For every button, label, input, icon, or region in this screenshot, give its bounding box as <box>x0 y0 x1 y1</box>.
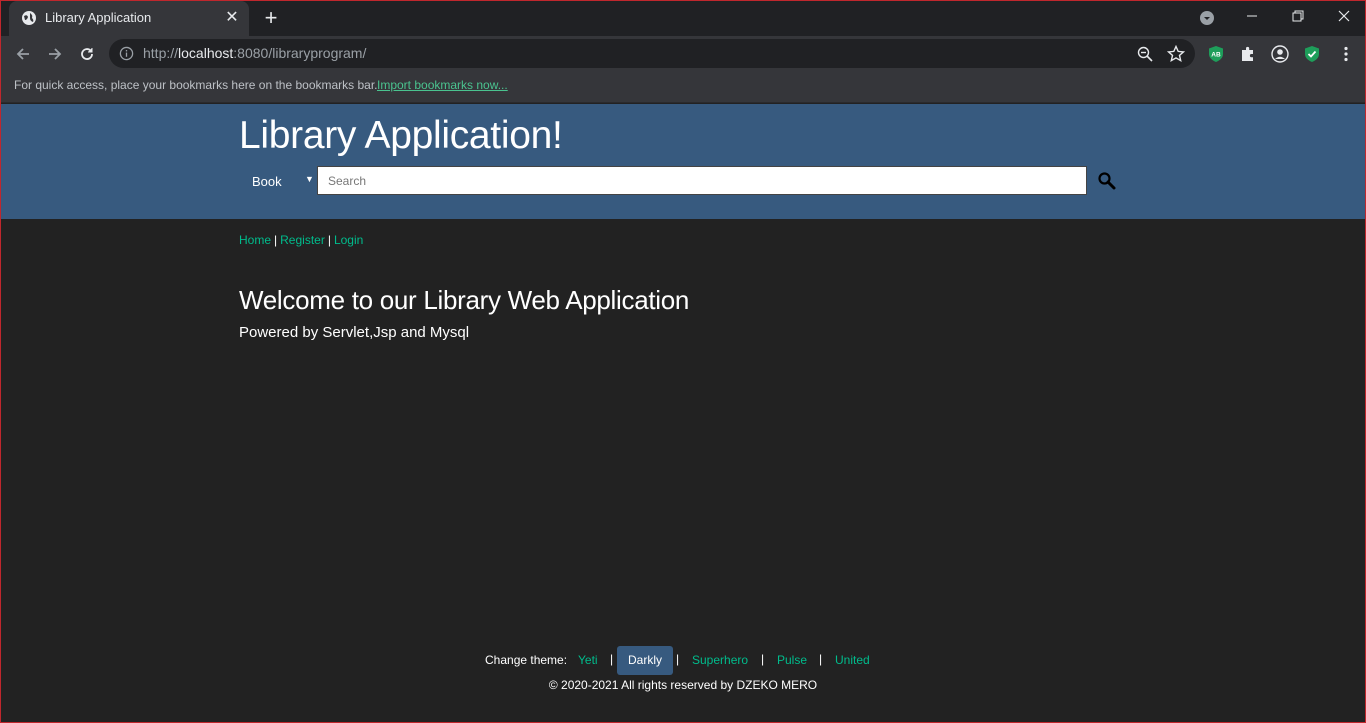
theme-link-united[interactable]: United <box>835 653 870 667</box>
svg-text:AB: AB <box>1211 52 1221 59</box>
reload-icon <box>81 48 93 60</box>
nav-separator: | <box>274 233 278 247</box>
site-header: Library Application! Book ▼ <box>1 104 1365 219</box>
extensions-puzzle-icon[interactable] <box>1239 45 1257 63</box>
tab-title: Library Application <box>45 10 152 25</box>
bookmarks-hint: For quick access, place your bookmarks h… <box>14 78 378 92</box>
nav-register-link[interactable]: Register <box>280 233 325 247</box>
arrow-left-icon <box>16 48 29 60</box>
theme-separator: | <box>610 652 614 666</box>
menu-kebab-icon[interactable] <box>1337 45 1355 63</box>
forward-button[interactable] <box>41 40 69 68</box>
back-button[interactable] <box>9 40 37 68</box>
shield-check-icon[interactable] <box>1303 45 1321 63</box>
theme-link-yeti[interactable]: Yeti <box>578 653 598 667</box>
search-icon[interactable] <box>1097 171 1117 191</box>
browser-toolbar: http://localhost:8080/libraryprogram/ AB <box>1 36 1365 71</box>
close-tab-icon[interactable]: ✕ <box>223 9 241 27</box>
url-text: http://localhost:8080/libraryprogram/ <box>143 45 367 61</box>
bookmarks-bar: For quick access, place your bookmarks h… <box>1 71 1365 103</box>
restore-icon[interactable] <box>1275 1 1321 33</box>
theme-link-superhero[interactable]: Superhero <box>692 653 748 667</box>
profile-icon[interactable] <box>1271 45 1289 63</box>
search-type-value: Book <box>252 174 282 189</box>
nav-separator: | <box>327 233 331 247</box>
nav-login-link[interactable]: Login <box>334 233 363 247</box>
bookmark-star-icon[interactable] <box>1167 45 1185 63</box>
change-theme-label: Change theme: <box>485 653 568 667</box>
info-icon[interactable] <box>119 46 134 61</box>
theme-separator: | <box>761 652 765 666</box>
dropdown-arrow-icon: ▼ <box>305 174 314 184</box>
close-window-icon[interactable] <box>1321 1 1366 33</box>
site-title: Library Application! <box>239 114 563 157</box>
top-nav: Home | Register | Login <box>239 233 363 247</box>
theme-separator: | <box>819 652 823 666</box>
tab-search-icon[interactable] <box>1199 10 1215 26</box>
search-input[interactable] <box>317 166 1087 195</box>
welcome-heading: Welcome to our Library Web Application <box>239 285 690 315</box>
search-type-select[interactable]: Book ▼ <box>239 166 317 196</box>
copyright-text: © 2020-2021 All rights reserved by DZEKO… <box>548 678 818 692</box>
browser-tab[interactable]: Library Application ✕ <box>9 1 249 36</box>
nav-home-link[interactable]: Home <box>239 233 271 247</box>
adblock-extension-icon[interactable]: AB <box>1207 45 1225 63</box>
new-tab-button[interactable]: + <box>259 7 283 31</box>
theme-separator: | <box>676 652 680 666</box>
import-bookmarks-link[interactable]: Import bookmarks now... <box>377 78 508 92</box>
theme-link-pulse[interactable]: Pulse <box>777 653 807 667</box>
zoom-out-icon[interactable] <box>1137 46 1153 62</box>
browser-tabstrip: Library Application ✕ + <box>1 1 1365 36</box>
minimize-icon[interactable] <box>1229 1 1275 33</box>
theme-link-darkly-active[interactable]: Darkly <box>617 646 674 675</box>
globe-icon <box>22 11 36 25</box>
address-bar[interactable]: http://localhost:8080/libraryprogram/ <box>109 39 1195 68</box>
arrow-right-icon <box>49 48 62 60</box>
powered-by-text: Powered by Servlet,Jsp and Mysql <box>239 324 470 341</box>
reload-button[interactable] <box>73 40 101 68</box>
